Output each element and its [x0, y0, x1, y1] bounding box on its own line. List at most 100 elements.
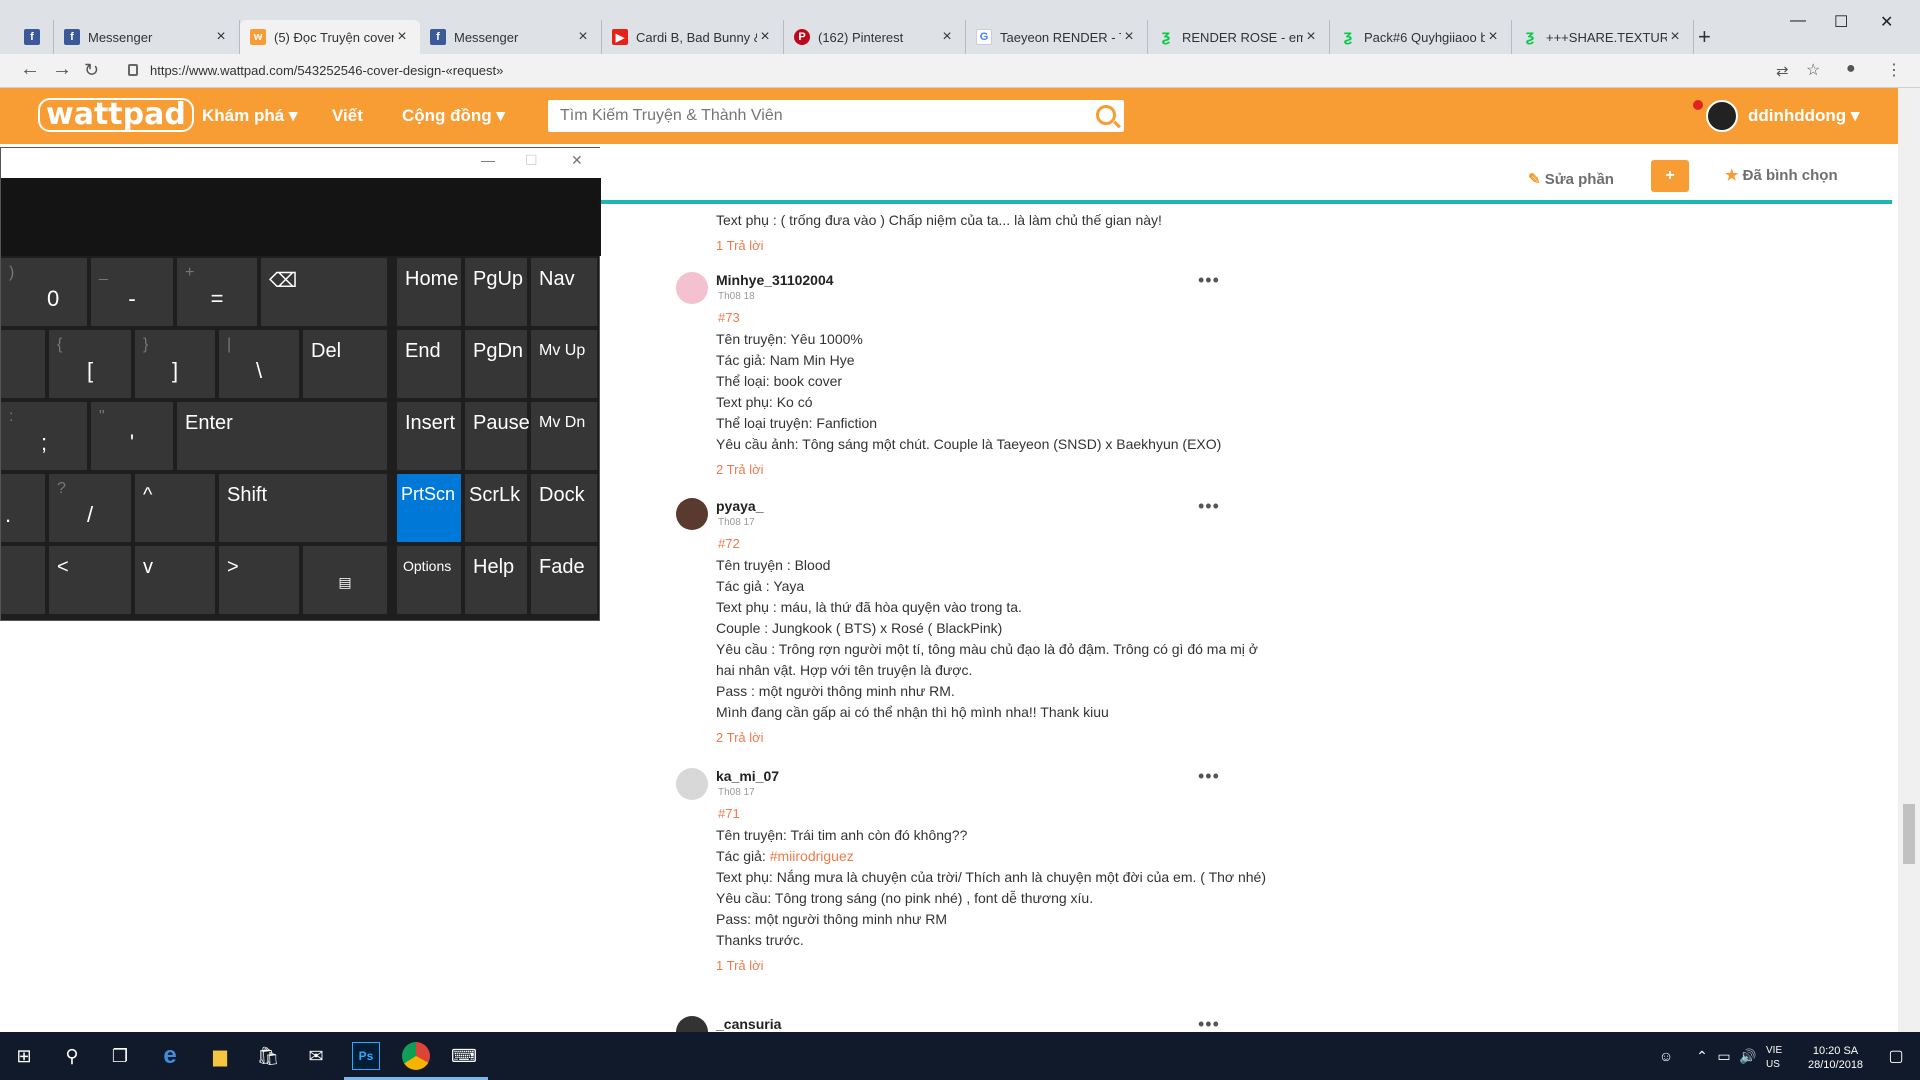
key-down-arrow[interactable]: v	[135, 546, 215, 614]
input-language[interactable]: VIE US	[1766, 1044, 1782, 1072]
vote-button[interactable]: ★ Đã bình chọn	[1725, 166, 1838, 184]
key-pgdn[interactable]: PgDn	[465, 330, 527, 398]
key-insert[interactable]: Insert	[397, 402, 461, 470]
key-zero[interactable]: ) 0	[1, 258, 87, 326]
key-blank[interactable]	[1, 546, 45, 614]
tab-google[interactable]: G Taeyeon RENDER - Tìi ×	[966, 20, 1148, 54]
tab-pinterest[interactable]: P (162) Pinterest ×	[784, 20, 966, 54]
key-backspace[interactable]: ⌫	[261, 258, 387, 326]
key-menu[interactable]: ▤	[303, 546, 387, 614]
more-options-icon[interactable]: •••	[1198, 270, 1220, 291]
key-up-arrow[interactable]: ^	[135, 474, 215, 542]
nav-explore[interactable]: Khám phá ▾	[202, 106, 297, 126]
key-quote[interactable]: " '	[91, 402, 173, 470]
close-icon[interactable]: ×	[1485, 28, 1501, 46]
key-end[interactable]: End	[397, 330, 461, 398]
key-mvdn[interactable]: Mv Dn	[531, 402, 597, 470]
close-icon[interactable]: ×	[394, 28, 410, 46]
comment-username[interactable]: pyaya_	[716, 498, 763, 514]
key-pgup[interactable]: PgUp	[465, 258, 527, 326]
key-minus[interactable]: _ -	[91, 258, 173, 326]
key-help[interactable]: Help	[465, 546, 527, 614]
store-icon[interactable]: 🛍	[254, 1042, 282, 1070]
key-semicolon[interactable]: : ;	[1, 402, 87, 470]
close-icon[interactable]: ×	[757, 28, 773, 46]
browser-menu-icon[interactable]: ⋮	[1886, 60, 1902, 80]
close-icon[interactable]: ×	[213, 28, 229, 46]
tab-deviantart-1[interactable]: ƺ RENDER ROSE - embe ×	[1148, 20, 1330, 54]
tab-messenger-2[interactable]: f Messenger ×	[420, 20, 602, 54]
more-options-icon[interactable]: •••	[1198, 496, 1220, 517]
tab-facebook-pinned[interactable]: f	[14, 20, 54, 54]
comment-username[interactable]: ka_mi_07	[716, 768, 779, 784]
tab-youtube[interactable]: ▶ Cardi B, Bad Bunny & ×	[602, 20, 784, 54]
notification-center-icon[interactable]: ▢	[1882, 1042, 1910, 1070]
nav-community[interactable]: Cộng đồng ▾	[402, 106, 505, 126]
file-explorer-icon[interactable]: ▆	[206, 1042, 234, 1070]
window-minimize-button[interactable]: —	[1790, 12, 1806, 30]
more-options-icon[interactable]: •••	[1198, 766, 1220, 787]
comment-username[interactable]: Minhye_31102004	[716, 272, 834, 288]
key-blank[interactable]	[1, 330, 45, 398]
edit-part-button[interactable]: ✎ Sửa phần	[1528, 170, 1614, 188]
reply-link[interactable]: 2 Trả lời	[716, 459, 1276, 480]
translate-icon[interactable]: ⇄	[1776, 62, 1789, 80]
comment-username[interactable]: _cansuria	[716, 1016, 781, 1032]
tab-messenger-1[interactable]: f Messenger ×	[54, 20, 240, 54]
forward-arrow-icon[interactable]: →	[52, 58, 72, 81]
chrome-icon[interactable]	[402, 1042, 430, 1070]
key-prtscn[interactable]: PrtScn	[397, 474, 461, 542]
clock[interactable]: 10:20 SA 28/10/2018	[1808, 1044, 1863, 1072]
key-scrlk[interactable]: ScrLk	[465, 474, 527, 542]
reply-link[interactable]: 1 Trả lời	[716, 955, 1276, 976]
tab-wattpad[interactable]: w (5) Đọc Truyện cover c ×	[240, 20, 420, 54]
close-icon[interactable]: ×	[575, 28, 591, 46]
key-period[interactable]: .	[1, 474, 45, 542]
new-tab-button[interactable]: +	[1698, 24, 1711, 50]
tab-deviantart-3[interactable]: ƺ +++SHARE.TEXTURE ×	[1512, 20, 1694, 54]
key-shift[interactable]: Shift	[219, 474, 387, 542]
tab-deviantart-2[interactable]: ƺ Pack#6 Quyhgiiaoo b ×	[1330, 20, 1512, 54]
key-right-arrow[interactable]: >	[219, 546, 299, 614]
osk-minimize-button[interactable]: —	[481, 152, 495, 168]
wattpad-logo[interactable]: wattpad	[38, 98, 194, 132]
edge-icon[interactable]: e	[156, 1042, 184, 1070]
key-del[interactable]: Del	[303, 330, 387, 398]
reply-link[interactable]: 2 Trả lời	[716, 727, 1276, 748]
key-dock[interactable]: Dock	[531, 474, 597, 542]
osk-titlebar[interactable]: — ☐ ✕	[1, 148, 601, 178]
close-icon[interactable]: ×	[939, 28, 955, 46]
key-fade[interactable]: Fade	[531, 546, 597, 614]
key-equals[interactable]: + =	[177, 258, 257, 326]
more-options-icon[interactable]: •••	[1198, 1014, 1220, 1032]
avatar[interactable]	[1706, 100, 1738, 132]
back-arrow-icon[interactable]: ←	[20, 58, 40, 81]
windows-start-icon[interactable]: ⊞	[10, 1042, 38, 1070]
close-icon[interactable]: ×	[1121, 28, 1137, 46]
close-icon[interactable]: ×	[1667, 28, 1683, 46]
page-scrollbar[interactable]	[1898, 88, 1920, 1032]
window-maximize-button[interactable]: ☐	[1834, 12, 1848, 32]
key-nav[interactable]: Nav	[531, 258, 597, 326]
people-icon[interactable]: ☺	[1652, 1042, 1680, 1070]
task-view-icon[interactable]: ❐	[106, 1042, 134, 1070]
key-mvup[interactable]: Mv Up	[531, 330, 597, 398]
key-right-bracket[interactable]: } ]	[135, 330, 215, 398]
key-pause[interactable]: Pause	[465, 402, 530, 470]
avatar[interactable]	[676, 1016, 708, 1032]
key-slash[interactable]: ? /	[49, 474, 131, 542]
key-backslash[interactable]: | \	[219, 330, 299, 398]
reload-icon[interactable]: ↻	[84, 60, 99, 81]
scrollbar-thumb[interactable]	[1903, 804, 1915, 864]
avatar[interactable]	[676, 272, 708, 304]
search-input[interactable]	[548, 100, 1068, 132]
author-hashtag-link[interactable]: #miirodriguez	[770, 848, 854, 864]
window-close-button[interactable]: ✕	[1880, 12, 1893, 32]
avatar[interactable]	[676, 768, 708, 800]
nav-write[interactable]: Viết	[332, 106, 363, 126]
close-icon[interactable]: ×	[1303, 28, 1319, 46]
reply-link[interactable]: 1 Trả lời	[716, 235, 1276, 256]
key-enter[interactable]: Enter	[177, 402, 387, 470]
key-options[interactable]: Options	[397, 546, 461, 614]
bookmark-star-icon[interactable]: ☆	[1806, 60, 1820, 80]
